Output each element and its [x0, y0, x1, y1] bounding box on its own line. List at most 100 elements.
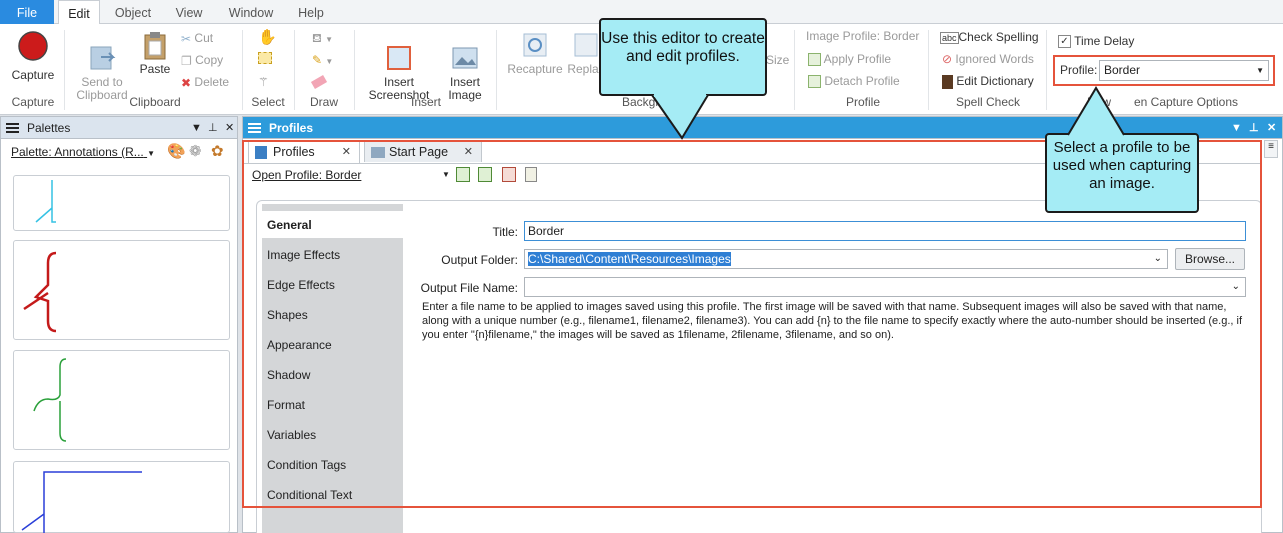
group-label-spell-check: Spell Check	[955, 95, 1021, 109]
group-label-insert: Insert	[410, 95, 441, 109]
magic-wand-button[interactable]: ⚚	[258, 72, 269, 92]
profile-properties-icon[interactable]	[525, 167, 537, 182]
recapture-button[interactable]: Recapture	[506, 30, 564, 76]
menu-object[interactable]: Object	[108, 0, 158, 24]
check-spelling-button[interactable]: abc Check Spelling	[940, 27, 1039, 47]
pin-icon[interactable]: ⊥	[1249, 117, 1259, 139]
scissors-icon: ✂	[181, 31, 192, 46]
profile-callout-pointer	[1067, 86, 1125, 136]
nav-item-edge-effects[interactable]: Edge Effects	[267, 278, 335, 292]
eraser-button[interactable]	[310, 72, 328, 92]
paste-label: Paste	[139, 62, 171, 76]
new-profile-icon[interactable]	[456, 167, 470, 182]
size-button[interactable]: Size	[766, 50, 789, 70]
nav-item-image-effects[interactable]: Image Effects	[267, 248, 340, 262]
nav-item-shapes[interactable]: Shapes	[267, 308, 308, 322]
delete-button[interactable]: ✖ Delete	[181, 72, 229, 92]
check-spelling-label: Check Spelling	[958, 30, 1039, 44]
pan-tool-button[interactable]: ✋	[258, 28, 277, 48]
cut-button[interactable]: ✂ Cut	[181, 28, 213, 48]
title-label: Title:	[492, 225, 518, 239]
copy-label: Copy	[195, 53, 224, 67]
red-brace-shape-icon	[23, 251, 57, 333]
close-icon[interactable]: ✕	[342, 141, 351, 163]
palette-selector[interactable]: Palette: Annotations (R... ▼	[11, 145, 155, 159]
close-icon[interactable]: ✕	[225, 117, 234, 139]
profile-callout-text: Select a profile to be used when capturi…	[1052, 139, 1192, 192]
replace-icon	[574, 33, 598, 57]
browse-button[interactable]: Browse...	[1175, 248, 1245, 270]
detach-profile-label: Detach Profile	[824, 74, 900, 88]
ignored-words-button[interactable]: ⊘ Ignored Words	[942, 49, 1034, 69]
dropdown-arrow-icon: ▼	[325, 35, 334, 44]
time-delay-label: Time Delay	[1074, 34, 1135, 48]
checkbox-checked-icon: ✓	[1058, 35, 1071, 49]
output-file-name-label: Output File Name:	[420, 281, 518, 295]
wand-icon: ⚚	[258, 75, 269, 89]
nav-item-variables[interactable]: Variables	[267, 428, 316, 442]
group-label-screen-capture-right: en Capture Options	[1133, 95, 1239, 109]
tab-profiles[interactable]: Profiles ✕	[248, 140, 360, 163]
select-area-button[interactable]	[258, 50, 272, 70]
nav-item-conditional-text[interactable]: Conditional Text	[267, 488, 352, 502]
output-folder-combobox[interactable]: C:\Shared\Content\Resources\Images ⌄	[524, 249, 1168, 269]
profile-select[interactable]: Border ▼	[1099, 60, 1269, 81]
editor-callout: Use this editor to create and edit profi…	[599, 18, 767, 96]
nav-item-general[interactable]: General	[267, 218, 312, 232]
copy-button[interactable]: ❐ Copy	[181, 50, 223, 70]
detach-profile-icon	[808, 75, 821, 89]
capture-button[interactable]: Capture	[8, 30, 58, 82]
recapture-label: Recapture	[507, 62, 563, 76]
profile-callout: Select a profile to be used when capturi…	[1045, 133, 1199, 213]
save-profile-icon[interactable]	[478, 167, 492, 182]
nav-item-appearance[interactable]: Appearance	[267, 338, 332, 352]
palette-item-red-brace[interactable]	[13, 240, 230, 340]
profiles-title: Profiles	[269, 121, 314, 135]
palette-item-blue-bracket[interactable]	[13, 461, 230, 533]
delete-profile-icon[interactable]	[502, 167, 516, 182]
menu-help[interactable]: Help	[290, 0, 332, 24]
chevron-down-icon[interactable]: ⌄	[1232, 278, 1240, 296]
dropdown-arrow-icon[interactable]: ▼	[191, 117, 202, 139]
eraser-icon	[310, 75, 328, 89]
paste-icon	[144, 32, 166, 60]
close-icon[interactable]: ✕	[1267, 117, 1276, 139]
editor-callout-text: Use this editor to create and edit profi…	[601, 30, 765, 65]
menu-edit[interactable]: Edit	[58, 0, 100, 25]
nav-item-shadow[interactable]: Shadow	[267, 368, 310, 382]
close-icon[interactable]: ✕	[464, 141, 473, 163]
detach-profile-button[interactable]: Detach Profile	[808, 71, 900, 91]
stroke-button[interactable]: ✎ ▼	[312, 50, 333, 70]
palette-edit-icon[interactable]: ✿	[211, 142, 224, 160]
menu-view[interactable]: View	[168, 0, 210, 24]
dropdown-arrow-icon[interactable]: ▼	[442, 170, 450, 179]
palette-item-cyan-marker[interactable]	[13, 175, 230, 231]
apply-profile-button[interactable]: Apply Profile	[808, 49, 891, 69]
start-page-icon	[371, 147, 385, 158]
palette-colors-icon[interactable]: 🎨	[167, 142, 186, 160]
time-delay-checkbox[interactable]: ✓ Time Delay	[1058, 31, 1134, 51]
palette-gray-icon[interactable]: ❁	[189, 142, 202, 160]
separator	[794, 30, 795, 110]
palette-item-green-brace[interactable]	[13, 350, 230, 450]
output-file-name-combobox[interactable]: ⌄	[524, 277, 1246, 297]
profile-doc-icon	[255, 146, 267, 159]
scrollbar-menu-icon[interactable]: ≡	[1264, 140, 1278, 158]
title-input[interactable]: Border	[524, 221, 1246, 241]
paste-button[interactable]: Paste	[136, 30, 174, 76]
edit-dictionary-button[interactable]: Edit Dictionary	[942, 71, 1034, 91]
open-profile-link[interactable]: Open Profile: Border	[252, 168, 361, 182]
fill-button[interactable]: ⛾ ▼	[312, 28, 333, 48]
tab-start-page[interactable]: Start Page ✕	[364, 140, 482, 162]
menu-file[interactable]: File	[0, 0, 54, 24]
apply-profile-icon	[808, 53, 821, 67]
pen-icon: ✎	[312, 53, 323, 67]
nav-item-format[interactable]: Format	[267, 398, 305, 412]
menu-window[interactable]: Window	[222, 0, 280, 24]
pin-icon[interactable]: ⊥	[208, 117, 218, 139]
chevron-down-icon[interactable]: ⌄	[1154, 250, 1162, 268]
dropdown-arrow-icon[interactable]: ▼	[1231, 117, 1242, 139]
menu-icon[interactable]	[248, 123, 261, 133]
nav-item-condition-tags[interactable]: Condition Tags	[267, 458, 346, 472]
menu-icon[interactable]	[6, 123, 19, 133]
